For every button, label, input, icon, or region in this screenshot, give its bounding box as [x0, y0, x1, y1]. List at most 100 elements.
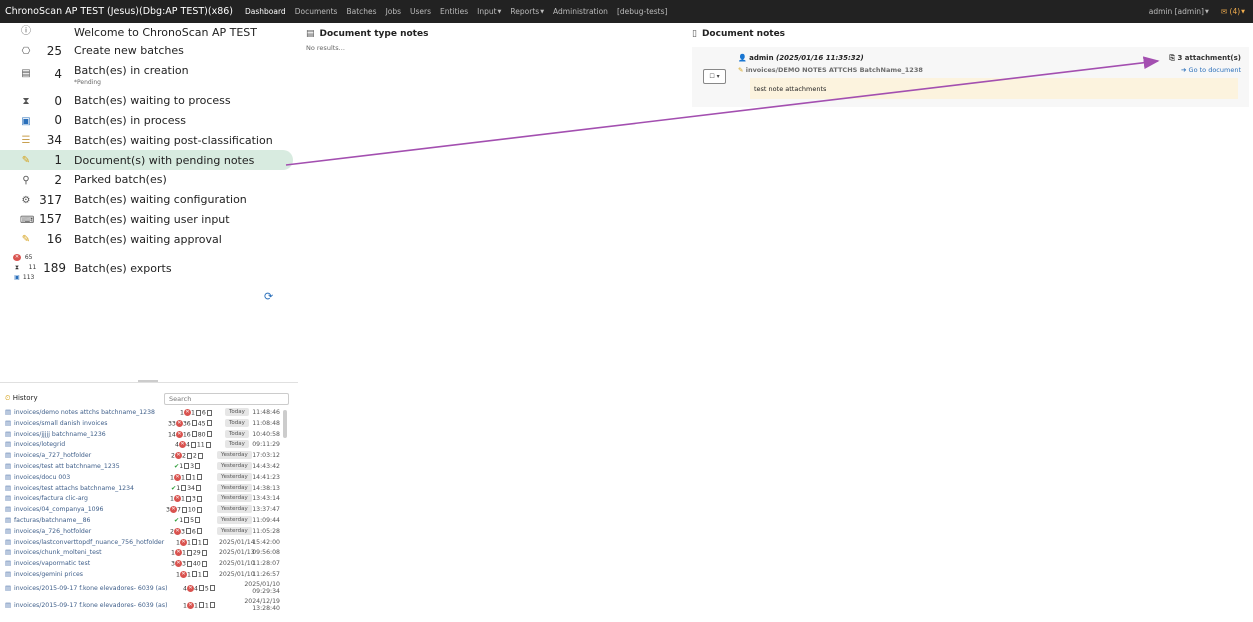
history-counts: 1✕1 1	[183, 601, 216, 609]
history-row[interactable]: ▤ invoices/chunk_molteni_test 1✕1 29 2025/01…	[0, 548, 283, 559]
error-icon: ✕	[179, 538, 187, 546]
error-icon: ✕	[186, 601, 194, 609]
history-batch-name[interactable]: invoices/a_727_hotfolder	[14, 452, 91, 459]
history-counts: ✔1 5	[174, 516, 201, 524]
nav-users[interactable]: Users	[410, 7, 431, 16]
note-action-dropdown[interactable]: ☐ ▾	[703, 69, 726, 84]
dash-label: Create new batches	[74, 44, 184, 58]
history-row[interactable]: ▤ invoices/2015-09-17 f.kone elevadores- …	[0, 581, 283, 598]
error-icon: ✕	[173, 527, 181, 535]
history-batch-name[interactable]: invoices/jjjjj batchname_1236	[14, 431, 106, 438]
nav-jobs[interactable]: Jobs	[386, 7, 401, 16]
dash-label: Batch(es) in process	[74, 113, 186, 127]
history-row[interactable]: ▤ invoices/factura clic-arg 1✕1 3 Yesterday 1…	[0, 494, 283, 505]
mail-icon: ✉	[1220, 7, 1228, 16]
history-batch-name[interactable]: invoices/test att batchname_1235	[14, 463, 120, 470]
hourglass-icon: ⧗	[22, 95, 30, 107]
history-row[interactable]: ▤ invoices/jjjjj batchname_1236 14✕16 80 Tod…	[0, 429, 283, 441]
dash-label: Batch(es) in creation	[74, 63, 189, 77]
history-batch-name[interactable]: invoices/04_companya_1096	[14, 506, 103, 513]
history-row[interactable]: ▤ invoices/test att batchname_1235 ✔1 3 Yest…	[0, 461, 283, 473]
dash-row-waiting-process[interactable]: ⧗ 0 Batch(es) waiting to process	[0, 91, 298, 111]
history-row[interactable]: ▤ invoices/2015-09-17 f.kone elevadores- …	[0, 598, 283, 615]
dash-label: Batch(es) waiting approval	[74, 232, 222, 246]
history-batch-name[interactable]: invoices/lastconverttopdf_nuance_756_hot…	[14, 539, 164, 546]
history-row[interactable]: ▤ invoices/small danish invoices 33✕36 45 To…	[0, 418, 283, 430]
dash-label: Document(s) with pending notes	[74, 153, 255, 167]
history-batch-name[interactable]: invoices/test attachs batchname_1234	[14, 485, 134, 492]
history-batch-name[interactable]: invoices/factura clic-arg	[14, 495, 88, 502]
error-icon: ✕	[174, 560, 182, 568]
nav-documents[interactable]: Documents	[295, 7, 338, 16]
history-row[interactable]: ▤ invoices/a_727_hotfolder 2✕2 2 Yesterday 17…	[0, 451, 283, 462]
document-type-notes-heading: Document type notes	[319, 29, 429, 39]
dash-row-exports[interactable]: ✕ 65 ⧗ 11 ▣ 113 189 Batch(es) exports	[0, 254, 298, 284]
history-batch-name[interactable]: invoices/2015-09-17 f.kone elevadores- 6…	[14, 585, 167, 592]
history-time: 11:09:44	[252, 516, 280, 524]
nav-dashboard[interactable]: Dashboard	[245, 7, 286, 16]
error-icon: ✕	[179, 570, 187, 578]
history-row[interactable]: ▤ invoices/vapormatic test 3✕3 40 2025/01/10…	[0, 559, 283, 570]
history-row[interactable]: ▤ invoices/a_726_hotfolder 2✕3 6 Yesterday 11…	[0, 526, 283, 538]
nav-reports[interactable]: Reports▼	[510, 7, 544, 16]
history-batch-name[interactable]: invoices/gemini prices	[14, 571, 83, 578]
history-batch-name[interactable]: invoices/lotegrid	[14, 441, 65, 448]
dash-row-parked[interactable]: ⚲ 2 Parked batch(es)	[0, 170, 298, 190]
dash-row-create-batches[interactable]: ⎔ 25 Create new batches	[0, 41, 298, 61]
history-batch-name[interactable]: invoices/2015-09-17 f.kone elevadores- 6…	[14, 602, 167, 609]
nav-administration[interactable]: Administration	[553, 7, 608, 16]
nav-entities[interactable]: Entities	[440, 7, 468, 16]
history-time: 17:03:12	[252, 452, 280, 460]
dash-row-post-classification[interactable]: ☰ 34 Batch(es) waiting post-classificati…	[0, 130, 298, 150]
history-batch-name[interactable]: invoices/demo notes attchs batchname_123…	[14, 409, 155, 416]
history-row[interactable]: ▤ invoices/test attachs batchname_1234 ✔1 3…	[0, 483, 283, 495]
batch-icon: ▤	[5, 569, 12, 578]
history-batch-name[interactable]: invoices/vapormatic test	[14, 560, 90, 567]
dash-row-batches-in-creation[interactable]: ▤ 4 Batch(es) in creation *Pending	[0, 61, 298, 91]
go-to-document-link[interactable]: ➔ Go to document	[1181, 66, 1241, 74]
history-row[interactable]: ▤ facturas/batchname__86 ✔1 5 Yesterday 11:09…	[0, 515, 283, 527]
history-time: 09:29:34	[252, 587, 280, 595]
history-row[interactable]: ▤ invoices/docu 003 1✕1 1 Yesterday 14:41:23	[0, 472, 283, 484]
dash-row-pending-notes[interactable]: ✎ 1 Document(s) with pending notes	[0, 150, 293, 170]
history-batch-name[interactable]: invoices/a_726_hotfolder	[14, 528, 91, 535]
history-datetime: 2025/01/10 09:29:34	[244, 581, 280, 595]
nav-input[interactable]: Input▼	[477, 7, 501, 16]
history-day-badge: Today	[225, 440, 249, 449]
note-attachments[interactable]: ⎘ 3 attachment(s)	[1169, 54, 1241, 63]
dash-row-waiting-user-input[interactable]: ⌨ 157 Batch(es) waiting user input	[0, 210, 298, 230]
history-row[interactable]: ▤ invoices/04_companya_1096 3✕7 10 Yesterday…	[0, 505, 283, 516]
history-batch-name[interactable]: invoices/docu 003	[14, 474, 70, 481]
history-batch-name[interactable]: invoices/small danish invoices	[14, 420, 107, 427]
user-menu[interactable]: admin [admin]▼	[1149, 7, 1209, 16]
document-icon	[186, 549, 192, 556]
history-row[interactable]: ▤ invoices/demo notes attchs batchname_12…	[0, 408, 283, 419]
batch-icon: ▤	[5, 548, 12, 557]
nav-batches[interactable]: Batches	[346, 7, 376, 16]
refresh-icon[interactable]: ⟳	[264, 290, 273, 303]
history-row[interactable]: ▤ invoices/gemini prices 1✕1 1 2025/01/10 11:…	[0, 570, 283, 581]
history-counts: 2✕3 6	[170, 527, 203, 535]
history-row[interactable]: ▤ invoices/lotegrid 4✕4 11 Today 09:11:29	[0, 440, 283, 451]
dashboard-list: ⓘ Welcome to ChronoScan AP TEST ⎔ 25 Cre…	[0, 23, 298, 249]
history-batch-name[interactable]: facturas/batchname__86	[14, 517, 90, 524]
batch-icon: ▤	[5, 408, 12, 416]
dash-row-waiting-approval[interactable]: ✎ 16 Batch(es) waiting approval	[0, 229, 298, 249]
note-author: 👤 admin (2025/01/16 11:35:32)	[738, 54, 864, 62]
dash-row-in-process[interactable]: ▣ 0 Batch(es) in process	[0, 111, 298, 131]
history-scrollbar[interactable]	[283, 410, 287, 438]
dash-count: 4	[54, 66, 62, 81]
app-brand[interactable]: ChronoScan AP TEST (Jesus)(Dbg:AP TEST)(…	[0, 6, 233, 17]
nav-debug-tests[interactable]: [debug-tests]	[617, 7, 668, 16]
history-batch-name[interactable]: invoices/chunk_molteni_test	[14, 549, 102, 556]
mail-menu[interactable]: ✉ (4)▼	[1221, 7, 1245, 16]
dash-row-waiting-configuration[interactable]: ⚙ 317 Batch(es) waiting configuration	[0, 190, 298, 210]
history-counts: 4✕4 5	[183, 584, 216, 592]
exports-error-count: ✕ 65	[13, 254, 32, 261]
history-search-input[interactable]	[164, 393, 289, 405]
document-icon	[205, 441, 211, 448]
dash-label: Parked batch(es)	[74, 173, 167, 187]
batch-icon: ▤	[5, 505, 12, 514]
caret-down-icon: ▼	[1241, 9, 1245, 15]
history-row[interactable]: ▤ invoices/lastconverttopdf_nuance_756_ho…	[0, 538, 283, 549]
